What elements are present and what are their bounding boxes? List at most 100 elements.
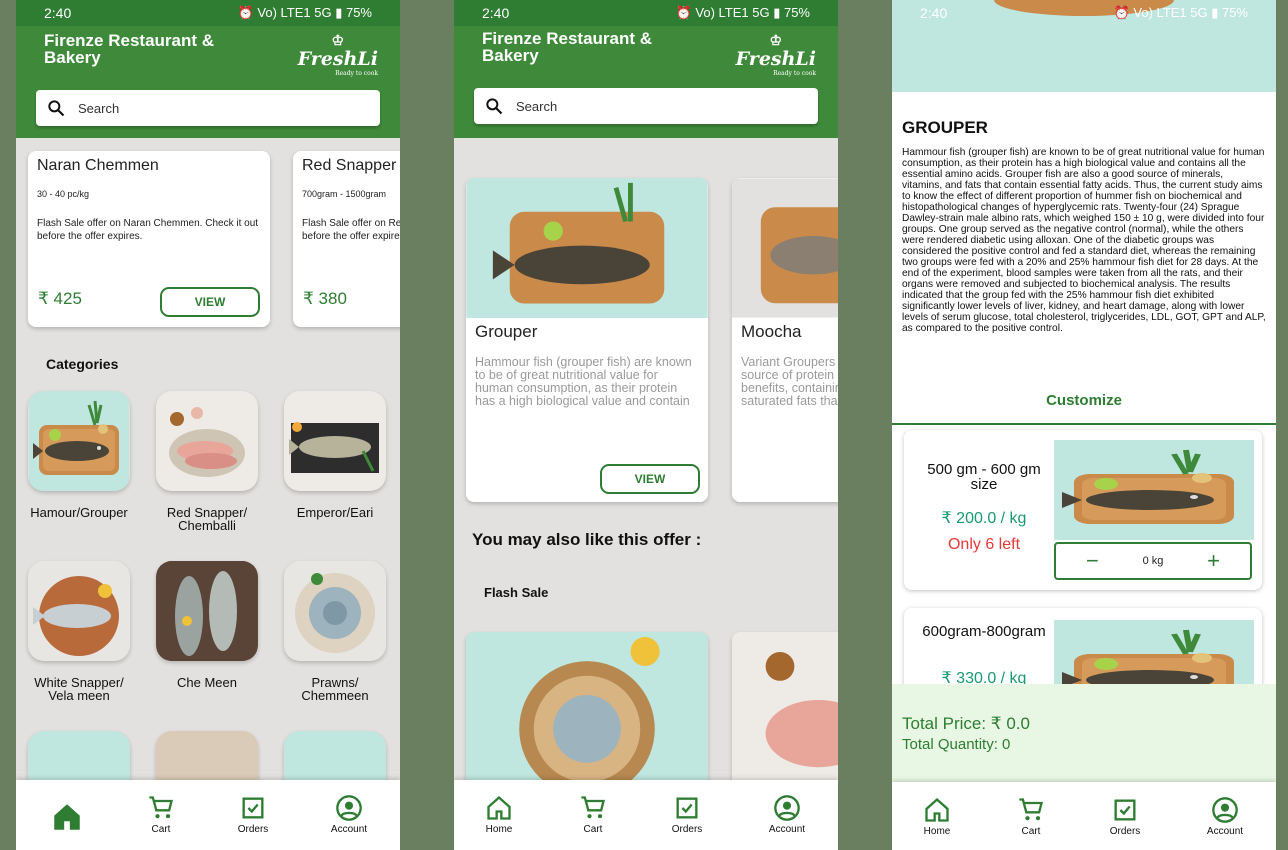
status-right: ⏰ Vo) LTE1 5G ▮ 75% — [675, 5, 810, 20]
status-right: ⏰ Vo) LTE1 5G ▮ 75% — [1113, 5, 1248, 20]
nav-orders[interactable]: Orders — [652, 794, 722, 835]
minus-icon[interactable]: − — [1086, 548, 1099, 574]
nav-cart[interactable]: Cart — [558, 794, 628, 835]
account-icon — [774, 795, 800, 821]
product-desc: Variant Groupers are an excellent source… — [741, 355, 838, 408]
nav-home[interactable] — [32, 800, 102, 836]
total-quantity: Total Quantity: 0 — [902, 736, 1011, 753]
category-image-che-meen[interactable] — [156, 561, 258, 661]
product-card-moocha[interactable]: Moocha Variant Groupers are an excellent… — [732, 178, 838, 502]
screen-product-list: 2:40 ⏰ Vo) LTE1 5G ▮ 75% Firenze Restaur… — [454, 0, 838, 850]
nav-home[interactable]: Home — [464, 794, 534, 835]
product-desc: Hammour fish (grouper fish) are known to… — [475, 355, 692, 408]
status-time: 2:40 — [920, 5, 948, 21]
offer-card-naran[interactable]: Naran Chemmen 30 - 40 pc/kg Flash Sale o… — [28, 151, 270, 327]
screen-home: 2:40 ⏰ Vo) LTE1 5G ▮ 75% Firenze Restaur… — [16, 0, 400, 850]
status-bar: 2:40 ⏰ Vo) LTE1 5G ▮ 75% — [16, 0, 400, 26]
category-image-prawns[interactable] — [284, 561, 386, 661]
category-image-emperor[interactable] — [284, 391, 386, 491]
offer-title: Naran Chemmen — [37, 157, 159, 174]
total-price: Total Price: ₹ 0.0 — [902, 714, 1030, 733]
account-icon — [336, 795, 362, 821]
grouper-image — [466, 178, 708, 318]
category-image-red-snapper[interactable] — [156, 391, 258, 491]
option-image — [1054, 440, 1254, 540]
offer-card-redsnapper[interactable]: Red Snapper 700gram - 1500gram Flash Sal… — [293, 151, 400, 327]
offer-price: ₹ 380 — [303, 289, 347, 308]
option-size: 500 gm - 600 gm size — [927, 461, 1041, 493]
status-time: 2:40 — [482, 5, 510, 21]
flash-sale-heading: Flash Sale — [484, 585, 549, 600]
status-bar: 2:40 ⏰ Vo) LTE1 5G ▮ 75% — [892, 0, 1276, 26]
flash-card-red-snapper[interactable] — [732, 632, 838, 792]
quantity-stepper[interactable]: − 0 kg + — [1054, 542, 1252, 580]
customize-heading: Customize — [1046, 392, 1122, 409]
category-label[interactable]: Emperor/Eari — [280, 506, 390, 519]
home-icon — [925, 797, 949, 822]
freshli-logo: ♔ FreshLi Ready to cook — [297, 33, 378, 77]
nav-orders[interactable]: Orders — [218, 794, 288, 835]
cart-icon — [149, 796, 173, 819]
orders-icon — [242, 797, 264, 819]
search-placeholder: Search — [516, 98, 558, 114]
search-input[interactable]: Search — [36, 90, 380, 126]
home-icon — [54, 804, 80, 830]
also-like-heading: You may also like this offer : — [472, 530, 702, 549]
offer-desc: Flash Sale offer on Red Snapper. Check i… — [302, 218, 400, 242]
nav-orders[interactable]: Orders — [1090, 796, 1160, 837]
nav-cart[interactable]: Cart — [996, 796, 1066, 837]
divider — [892, 423, 1276, 425]
quantity-value: 0 kg — [1142, 555, 1164, 567]
categories-heading: Categories — [46, 356, 119, 372]
cart-icon — [581, 796, 605, 819]
search-icon — [486, 98, 503, 115]
product-card-grouper[interactable]: Grouper Hammour fish (grouper fish) are … — [466, 178, 708, 502]
nav-account[interactable]: Account — [1190, 796, 1260, 837]
nav-account[interactable]: Account — [752, 794, 822, 835]
chef-hat-icon: ♔ — [331, 33, 345, 49]
moocha-image — [732, 178, 838, 318]
home-icon — [487, 795, 511, 820]
offer-size: 700gram - 1500gram — [302, 189, 387, 199]
nav-home[interactable]: Home — [902, 796, 972, 837]
cart-icon — [1019, 798, 1043, 821]
category-label[interactable]: Hamour/Grouper — [24, 506, 134, 519]
search-icon — [48, 100, 65, 117]
offer-desc: Flash Sale offer on Naran Chemmen. Check… — [37, 218, 259, 242]
prawns-image — [519, 636, 660, 792]
option-size: 600gram-800gram — [922, 623, 1046, 640]
orders-icon — [1114, 799, 1136, 821]
app-title: Firenze Restaurant & Bakery — [482, 29, 653, 65]
screen-product-detail: 2:40 ⏰ Vo) LTE1 5G ▮ 75% GROUPER Hammour… — [892, 0, 1276, 850]
app-bar: Firenze Restaurant & Bakery ♔ FreshLi Read… — [454, 26, 838, 138]
category-label[interactable]: White Snapper/ Vela meen — [24, 676, 134, 702]
flash-card-prawns[interactable] — [466, 632, 708, 792]
app-title: Firenze Restaurant & Bakery — [44, 31, 215, 67]
category-image-grouper[interactable] — [28, 391, 130, 491]
bottom-nav: Home Cart Orders Account — [892, 782, 1276, 850]
nav-account[interactable]: Account — [314, 794, 384, 835]
offer-size: 30 - 40 pc/kg — [37, 189, 90, 199]
nav-cart[interactable]: Cart — [126, 794, 196, 835]
bottom-nav: Cart Orders Account — [16, 780, 400, 850]
orders-icon — [676, 797, 698, 819]
category-label[interactable]: Che Meen — [152, 676, 262, 689]
app-bar: Firenze Restaurant & Bakery ♔ FreshLi Read… — [16, 26, 400, 138]
status-bar: 2:40 ⏰ Vo) LTE1 5G ▮ 75% — [454, 0, 838, 26]
status-time: 2:40 — [44, 5, 72, 21]
search-input[interactable]: Search — [474, 88, 818, 124]
category-label[interactable]: Prawns/ Chemmeen — [280, 676, 390, 702]
offer-price: ₹ 425 — [38, 289, 82, 308]
category-image-white-snapper[interactable] — [28, 561, 130, 661]
option-stock: Only 6 left — [947, 536, 1021, 553]
category-label[interactable]: Red Snapper/ Chemballi — [152, 506, 262, 532]
option-price: ₹ 200.0 / kg — [941, 510, 1027, 527]
bottom-nav: Home Cart Orders Account — [454, 780, 838, 850]
option-card-500-600: 500 gm - 600 gm size ₹ 200.0 / kg Only 6… — [904, 430, 1262, 590]
chef-hat-icon: ♔ — [769, 33, 783, 49]
product-title: Moocha — [741, 322, 802, 341]
view-button[interactable]: VIEW — [160, 287, 260, 317]
product-description: Hammour fish (grouper fish) are known to… — [902, 147, 1266, 334]
plus-icon[interactable]: + — [1207, 548, 1220, 574]
view-button[interactable]: VIEW — [600, 464, 700, 494]
